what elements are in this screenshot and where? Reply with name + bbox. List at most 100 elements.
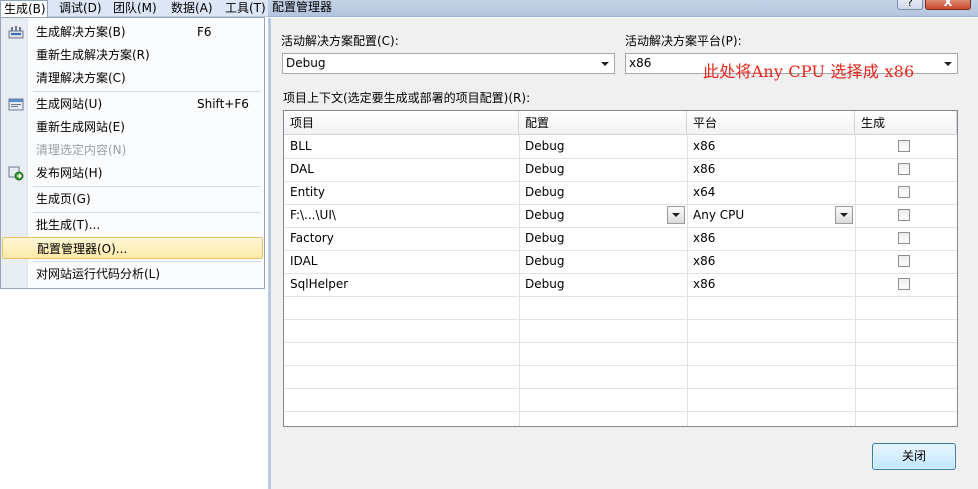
platform-cell-sqlhelper[interactable]: x86 bbox=[693, 273, 715, 295]
column-header-project[interactable]: 项目 bbox=[284, 111, 519, 135]
row-divider bbox=[284, 273, 957, 274]
menu-item-label: 重新生成解决方案(R) bbox=[36, 48, 150, 62]
config-cell-entity[interactable]: Debug bbox=[525, 181, 564, 203]
config-cell-sqlhelper[interactable]: Debug bbox=[525, 273, 564, 295]
menu-item-label: 生成网站(U) bbox=[36, 97, 103, 111]
menu-item-configuration-manager[interactable]: 配置管理器(O)... bbox=[2, 237, 263, 259]
menu-item-build-page[interactable]: 生成页(G) bbox=[2, 188, 263, 210]
chevron-down-icon[interactable] bbox=[667, 206, 685, 224]
platform-cell-bll[interactable]: x86 bbox=[693, 135, 715, 157]
config-cell-factory[interactable]: Debug bbox=[525, 227, 564, 249]
close-button[interactable]: 关闭 bbox=[872, 443, 956, 470]
menu-item-shortcut: Shift+F6 bbox=[197, 97, 249, 111]
column-header-platform[interactable]: 平台 bbox=[687, 111, 855, 135]
build-checkbox-ui[interactable] bbox=[898, 209, 910, 221]
menu-item-label: 重新生成网站(E) bbox=[36, 120, 125, 134]
menu-item-build-solution[interactable]: 生成解决方案(B) F6 bbox=[2, 21, 263, 43]
row-divider bbox=[284, 181, 957, 182]
menu-item-label: 对网站运行代码分析(L) bbox=[36, 267, 161, 281]
platform-cell-idal[interactable]: x86 bbox=[693, 250, 715, 272]
menu-item-shortcut: F6 bbox=[197, 25, 212, 39]
project-cell-entity: Entity bbox=[290, 185, 326, 199]
select-value: x86 bbox=[629, 56, 652, 70]
menu-team[interactable]: 团队(M) bbox=[110, 0, 160, 17]
build-checkbox-dal[interactable] bbox=[898, 163, 910, 175]
row-divider bbox=[284, 342, 957, 343]
menu-bar: 生成(B) 调试(D) 团队(M) 数据(A) 工具(T) bbox=[0, 0, 269, 18]
menu-item-label: 清理解决方案(C) bbox=[36, 71, 126, 85]
menu-item-label: 发布网站(H) bbox=[36, 166, 103, 180]
row-divider bbox=[284, 319, 957, 320]
help-button[interactable]: ? bbox=[897, 0, 923, 10]
menu-separator bbox=[33, 186, 261, 187]
row-divider bbox=[284, 227, 957, 228]
menu-item-label: 清理选定内容(N) bbox=[36, 143, 127, 157]
platform-select-ui[interactable]: Any CPU bbox=[693, 204, 744, 226]
publish-website-icon bbox=[8, 165, 24, 181]
project-cell-dal: DAL bbox=[290, 162, 314, 176]
menu-item-rebuild-solution[interactable]: 重新生成解决方案(R) bbox=[2, 44, 263, 66]
menu-item-clean-selection[interactable]: 清理选定内容(N) bbox=[2, 139, 263, 161]
active-config-select[interactable]: Debug bbox=[282, 53, 615, 74]
build-website-icon bbox=[8, 96, 24, 112]
build-checkbox-idal[interactable] bbox=[898, 255, 910, 267]
select-value: Debug bbox=[286, 56, 326, 70]
config-select-ui[interactable]: Debug bbox=[525, 204, 564, 226]
build-checkbox-sqlhelper[interactable] bbox=[898, 278, 910, 290]
project-cell-factory: Factory bbox=[290, 231, 334, 245]
column-header-build[interactable]: 生成 bbox=[855, 111, 957, 135]
menu-item-label: 生成解决方案(B) bbox=[36, 25, 126, 39]
config-cell-idal[interactable]: Debug bbox=[525, 250, 564, 272]
menu-item-clean-solution[interactable]: 清理解决方案(C) bbox=[2, 67, 263, 89]
row-divider bbox=[284, 365, 957, 366]
menu-debug[interactable]: 调试(D) bbox=[56, 0, 105, 17]
column-divider bbox=[519, 135, 520, 426]
menu-item-run-code-analysis[interactable]: 对网站运行代码分析(L) bbox=[2, 263, 263, 285]
menu-item-rebuild-website[interactable]: 重新生成网站(E) bbox=[2, 116, 263, 138]
active-platform-label: 活动解决方案平台(P): bbox=[625, 34, 742, 48]
menu-item-label: 批生成(T)... bbox=[36, 218, 101, 232]
menu-separator bbox=[33, 261, 261, 262]
menu-item-build-website[interactable]: 生成网站(U) Shift+F6 bbox=[2, 93, 263, 115]
menu-item-label: 配置管理器(O)... bbox=[37, 242, 128, 256]
row-divider bbox=[284, 411, 957, 412]
platform-cell-dal[interactable]: x86 bbox=[693, 158, 715, 180]
config-cell-bll[interactable]: Debug bbox=[525, 135, 564, 157]
platform-cell-factory[interactable]: x86 bbox=[693, 227, 715, 249]
project-cell-bll: BLL bbox=[290, 139, 312, 153]
menu-separator bbox=[33, 212, 261, 213]
menu-item-batch-build[interactable]: 批生成(T)... bbox=[2, 214, 263, 236]
project-cell-ui: F:\...\UI\ bbox=[290, 208, 336, 222]
row-divider bbox=[284, 204, 957, 205]
chevron-down-icon bbox=[598, 56, 612, 71]
build-checkbox-entity[interactable] bbox=[898, 186, 910, 198]
chevron-down-icon bbox=[941, 56, 955, 71]
config-cell-dal[interactable]: Debug bbox=[525, 158, 564, 180]
project-context-label: 项目上下文(选定要生成或部署的项目配置)(R): bbox=[283, 91, 531, 105]
build-checkbox-factory[interactable] bbox=[898, 232, 910, 244]
project-cell-sqlhelper: SqlHelper bbox=[290, 277, 349, 291]
build-menu-dropdown: 生成解决方案(B) F6 重新生成解决方案(R) 清理解决方案(C) 生成网站(… bbox=[0, 17, 265, 289]
menu-item-label: 生成页(G) bbox=[36, 192, 91, 206]
dialog-title-bar: 配置管理器 bbox=[268, 0, 978, 17]
menu-tools[interactable]: 工具(T) bbox=[222, 0, 269, 17]
build-solution-icon bbox=[8, 24, 24, 40]
red-annotation-text: 此处将Any CPU 选择成 x86 bbox=[703, 62, 915, 81]
row-divider bbox=[284, 388, 957, 389]
column-header-configuration[interactable]: 配置 bbox=[519, 111, 687, 135]
window-close-button[interactable]: X bbox=[925, 0, 971, 10]
menu-build[interactable]: 生成(B) bbox=[0, 0, 48, 18]
menu-separator bbox=[33, 91, 261, 92]
column-divider bbox=[687, 135, 688, 426]
menu-data[interactable]: 数据(A) bbox=[168, 0, 216, 17]
column-divider bbox=[855, 135, 856, 426]
platform-cell-entity[interactable]: x64 bbox=[693, 181, 715, 203]
dialog-title: 配置管理器 bbox=[272, 0, 333, 14]
chevron-down-icon[interactable] bbox=[835, 206, 853, 224]
build-checkbox-bll[interactable] bbox=[898, 140, 910, 152]
project-cell-idal: IDAL bbox=[290, 254, 318, 268]
project-context-grid: 项目 配置 平台 生成 BLL Debug x86 DAL Debug x86 … bbox=[283, 110, 958, 427]
row-divider bbox=[284, 158, 957, 159]
row-divider bbox=[284, 250, 957, 251]
menu-item-publish-website[interactable]: 发布网站(H) bbox=[2, 162, 263, 184]
